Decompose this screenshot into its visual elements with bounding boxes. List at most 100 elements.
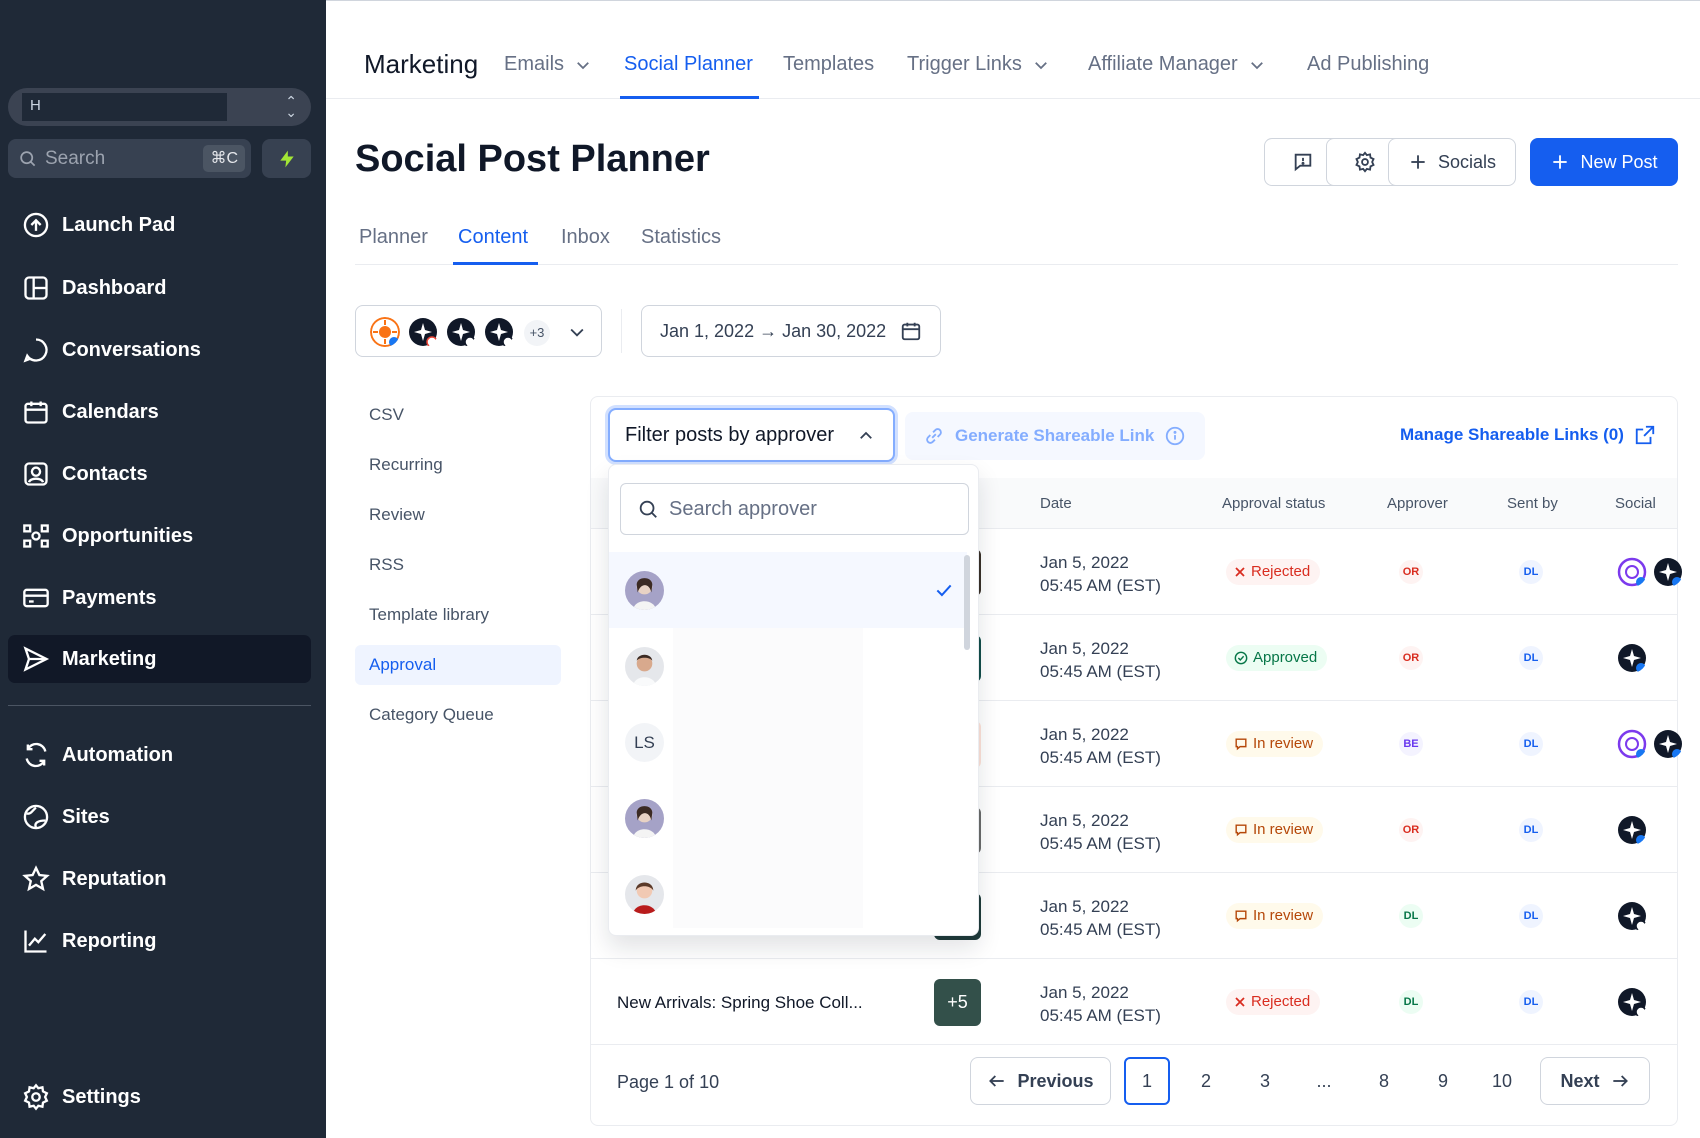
nav-contacts[interactable]: Contacts <box>8 450 311 498</box>
account-avatar-google <box>409 318 438 347</box>
page-indicator: Page 1 of 10 <box>617 1072 720 1092</box>
post-date: Jan 5, 2022 05:45 AM (EST) <box>1040 639 1161 681</box>
tab-ad-publishing[interactable]: Ad Publishing <box>1307 53 1429 76</box>
star-account-icon <box>1618 988 1647 1017</box>
content-menu-template-library[interactable]: Template library <box>355 595 561 635</box>
external-link-icon <box>1635 425 1655 445</box>
tab-trigger-links[interactable]: Trigger Links <box>907 53 1050 76</box>
nav-dashboard[interactable]: Dashboard <box>8 264 311 312</box>
content-menu-rss[interactable]: RSS <box>355 545 561 585</box>
search-shortcut: ⌘C <box>203 145 245 172</box>
nav-settings[interactable]: Settings <box>8 1073 311 1121</box>
page-button-9[interactable]: 9 <box>1420 1057 1466 1105</box>
nav-reputation[interactable]: Reputation <box>8 855 311 903</box>
calendar-icon <box>24 401 48 424</box>
generate-link-label: Generate Shareable Link <box>955 426 1155 445</box>
account-avatar-instagram <box>447 318 476 347</box>
add-socials-button[interactable]: Socials <box>1388 138 1516 186</box>
page-button-3[interactable]: 3 <box>1242 1057 1288 1105</box>
content-menu-review[interactable]: Review <box>355 495 561 535</box>
page-button-1[interactable]: 1 <box>1124 1057 1170 1105</box>
previous-label: Previous <box>1017 1070 1094 1091</box>
table-row[interactable]: New Arrivals: Spring Shoe Coll... +5 Jan… <box>591 959 1677 1045</box>
location-switcher[interactable]: H ⌃ ⌄ <box>8 88 311 126</box>
nav-label: Reporting <box>62 929 157 952</box>
tab-label: Ad Publishing <box>1307 53 1430 75</box>
tab-social-planner[interactable]: Social Planner <box>624 53 753 76</box>
approver-search-placeholder: Search approver <box>669 497 817 520</box>
approver-dropdown: Search approver LS <box>608 464 979 936</box>
post-title: New Arrivals: Spring Shoe Coll... <box>617 993 863 1012</box>
content-menu-recurring[interactable]: Recurring <box>355 445 561 485</box>
pagination: Page 1 of 10 Previous 1 2 3 ... 8 9 10 N… <box>591 1043 1677 1125</box>
active-subtab-indicator <box>453 262 538 265</box>
nav-label: Opportunities <box>62 524 194 547</box>
approver-search-input[interactable]: Search approver <box>620 483 969 535</box>
nav-label: Sites <box>62 805 110 828</box>
nav-sites[interactable]: Sites <box>8 793 311 841</box>
content-menu-approval[interactable]: Approval <box>355 645 561 685</box>
subtab-planner[interactable]: Planner <box>359 226 428 249</box>
nav-marketing[interactable]: Marketing <box>8 635 311 683</box>
tab-affiliate-manager[interactable]: Affiliate Manager <box>1088 53 1266 76</box>
active-tab-indicator <box>620 96 759 99</box>
post-date: Jan 5, 2022 05:45 AM (EST) <box>1040 983 1161 1025</box>
status-badge: Approved <box>1226 645 1328 671</box>
sent-by-avatar: DL <box>1519 904 1543 928</box>
previous-page-button[interactable]: Previous <box>970 1057 1111 1105</box>
subtab-content[interactable]: Content <box>458 226 528 249</box>
next-page-button[interactable]: Next <box>1540 1057 1650 1105</box>
content-menu-category-queue[interactable]: Category Queue <box>355 695 561 735</box>
nav-label: Marketing <box>62 647 157 670</box>
nav-payments[interactable]: Payments <box>8 574 311 622</box>
refresh-icon <box>25 742 47 768</box>
plus-icon <box>1411 155 1425 169</box>
new-post-button[interactable]: New Post <box>1530 138 1678 186</box>
dropdown-scrollbar[interactable] <box>964 555 970 650</box>
page-button-10[interactable]: 10 <box>1479 1057 1525 1105</box>
generate-shareable-link-button[interactable]: Generate Shareable Link <box>905 412 1205 460</box>
nav-label: Payments <box>62 586 157 609</box>
gear-icon <box>1355 151 1375 173</box>
quick-actions-button[interactable] <box>262 139 311 178</box>
content-menu-csv[interactable]: CSV <box>355 395 561 435</box>
social-accounts-picker[interactable]: +3 <box>355 305 602 357</box>
link-icon <box>926 428 942 444</box>
chevron-down-icon <box>577 61 589 69</box>
account-avatar-threads <box>485 318 514 347</box>
filter-divider <box>621 309 622 353</box>
redacted-names <box>673 628 863 928</box>
subtab-inbox[interactable]: Inbox <box>561 226 610 249</box>
plus-icon <box>1553 155 1568 169</box>
arrow-right-icon <box>1612 1075 1628 1087</box>
page-button-8[interactable]: 8 <box>1361 1057 1407 1105</box>
column-date: Date <box>1040 495 1072 512</box>
check-circle-icon <box>1234 651 1248 665</box>
approver-avatar: OR <box>1399 560 1423 584</box>
approver-option[interactable] <box>609 552 967 628</box>
status-badge: Rejected <box>1226 989 1321 1015</box>
page-button-2[interactable]: 2 <box>1183 1057 1229 1105</box>
subtab-statistics[interactable]: Statistics <box>641 226 721 249</box>
nav-conversations[interactable]: Conversations <box>8 326 311 374</box>
tab-label: Social Planner <box>624 53 753 75</box>
nav-automation[interactable]: Automation <box>8 731 311 779</box>
approver-filter-select[interactable]: Filter posts by approver <box>608 408 895 462</box>
nav-launch-pad[interactable]: Launch Pad <box>8 201 311 249</box>
tab-templates[interactable]: Templates <box>783 53 874 76</box>
status-badge: In review <box>1226 731 1324 757</box>
manage-shareable-links-link[interactable]: Manage Shareable Links (0) <box>1400 424 1656 446</box>
sidebar-search-input[interactable]: Search ⌘C <box>8 139 251 178</box>
nav-opportunities[interactable]: Opportunities <box>8 512 311 560</box>
page-ellipsis: ... <box>1316 1071 1332 1091</box>
nav-divider <box>8 705 311 706</box>
location-name: H <box>22 93 227 121</box>
date-range-picker[interactable]: Jan 1, 2022 → Jan 30, 2022 <box>641 305 941 357</box>
arrow-left-icon <box>989 1075 1005 1087</box>
nav-reporting[interactable]: Reporting <box>8 917 311 965</box>
column-approver: Approver <box>1387 495 1448 512</box>
nav-calendars[interactable]: Calendars <box>8 388 311 436</box>
star-account-icon <box>1618 902 1647 931</box>
column-sent-by: Sent by <box>1507 495 1558 512</box>
tab-emails[interactable]: Emails <box>504 53 592 76</box>
